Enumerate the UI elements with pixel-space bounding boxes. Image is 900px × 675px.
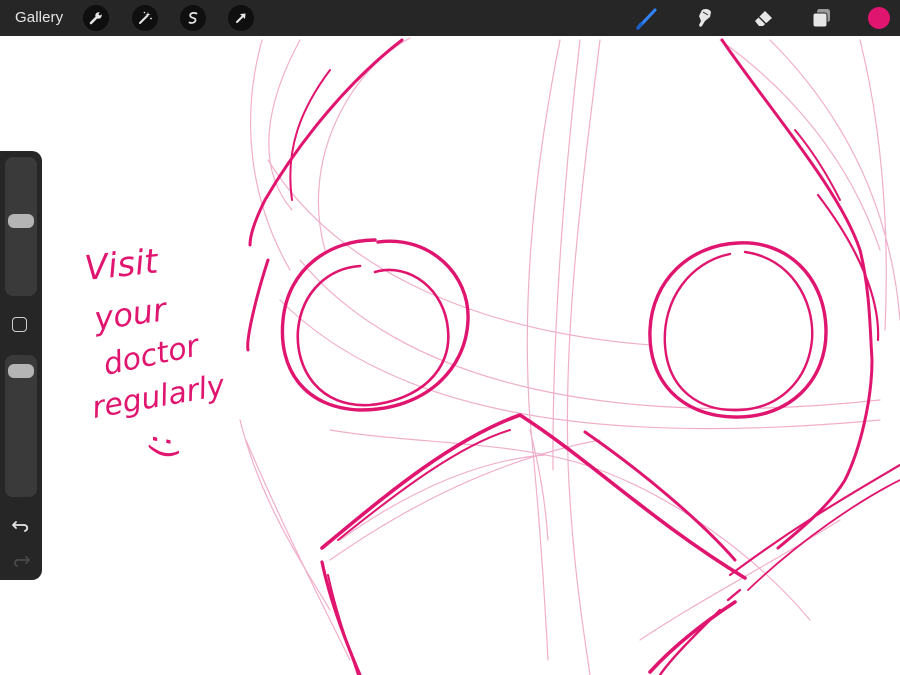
- note-line-5: :): [144, 435, 184, 460]
- handwritten-note: Visit your doctor regularly :): [83, 241, 229, 459]
- modify-button[interactable]: [12, 317, 27, 332]
- brush-size-thumb[interactable]: [8, 213, 34, 228]
- actions-button[interactable]: [83, 5, 109, 31]
- color-picker-button[interactable]: [868, 7, 890, 29]
- sidebar: [0, 151, 42, 580]
- redo-icon: [13, 556, 30, 567]
- top-toolbar: Gallery: [0, 0, 900, 36]
- brush-size-slider[interactable]: [5, 157, 37, 296]
- brush-icon: [636, 8, 657, 30]
- note-line-1: Visit: [83, 241, 162, 289]
- layers-button[interactable]: [808, 5, 836, 31]
- layers-icon: [812, 9, 830, 28]
- eraser-icon: [755, 11, 772, 26]
- procreate-app: Gallery Visit your doctor regularly:): [0, 0, 900, 675]
- opacity-thumb[interactable]: [8, 364, 34, 379]
- magic-wand-icon: [139, 11, 152, 24]
- adjustments-button[interactable]: [132, 5, 158, 31]
- redo-button[interactable]: [10, 551, 32, 571]
- selection-icon: [188, 12, 198, 24]
- undo-button[interactable]: [10, 516, 32, 536]
- transform-button[interactable]: [228, 5, 254, 31]
- transform-arrow-icon: [236, 13, 246, 23]
- wrench-icon: [89, 12, 102, 25]
- sketch-ink-strokes: [246, 38, 900, 675]
- eraser-tool-button[interactable]: [750, 5, 778, 31]
- smudge-icon: [699, 8, 711, 27]
- selection-button[interactable]: [180, 5, 206, 31]
- opacity-slider[interactable]: [5, 355, 37, 497]
- sketch-guide-lines: [239, 37, 900, 675]
- undo-icon: [12, 521, 29, 532]
- note-line-2: your: [91, 290, 170, 338]
- gallery-button[interactable]: Gallery: [15, 9, 63, 26]
- smudge-tool-button[interactable]: [692, 5, 720, 31]
- drawing-canvas[interactable]: Visit your doctor regularly :): [0, 36, 900, 675]
- brush-tool-button[interactable]: [634, 5, 662, 31]
